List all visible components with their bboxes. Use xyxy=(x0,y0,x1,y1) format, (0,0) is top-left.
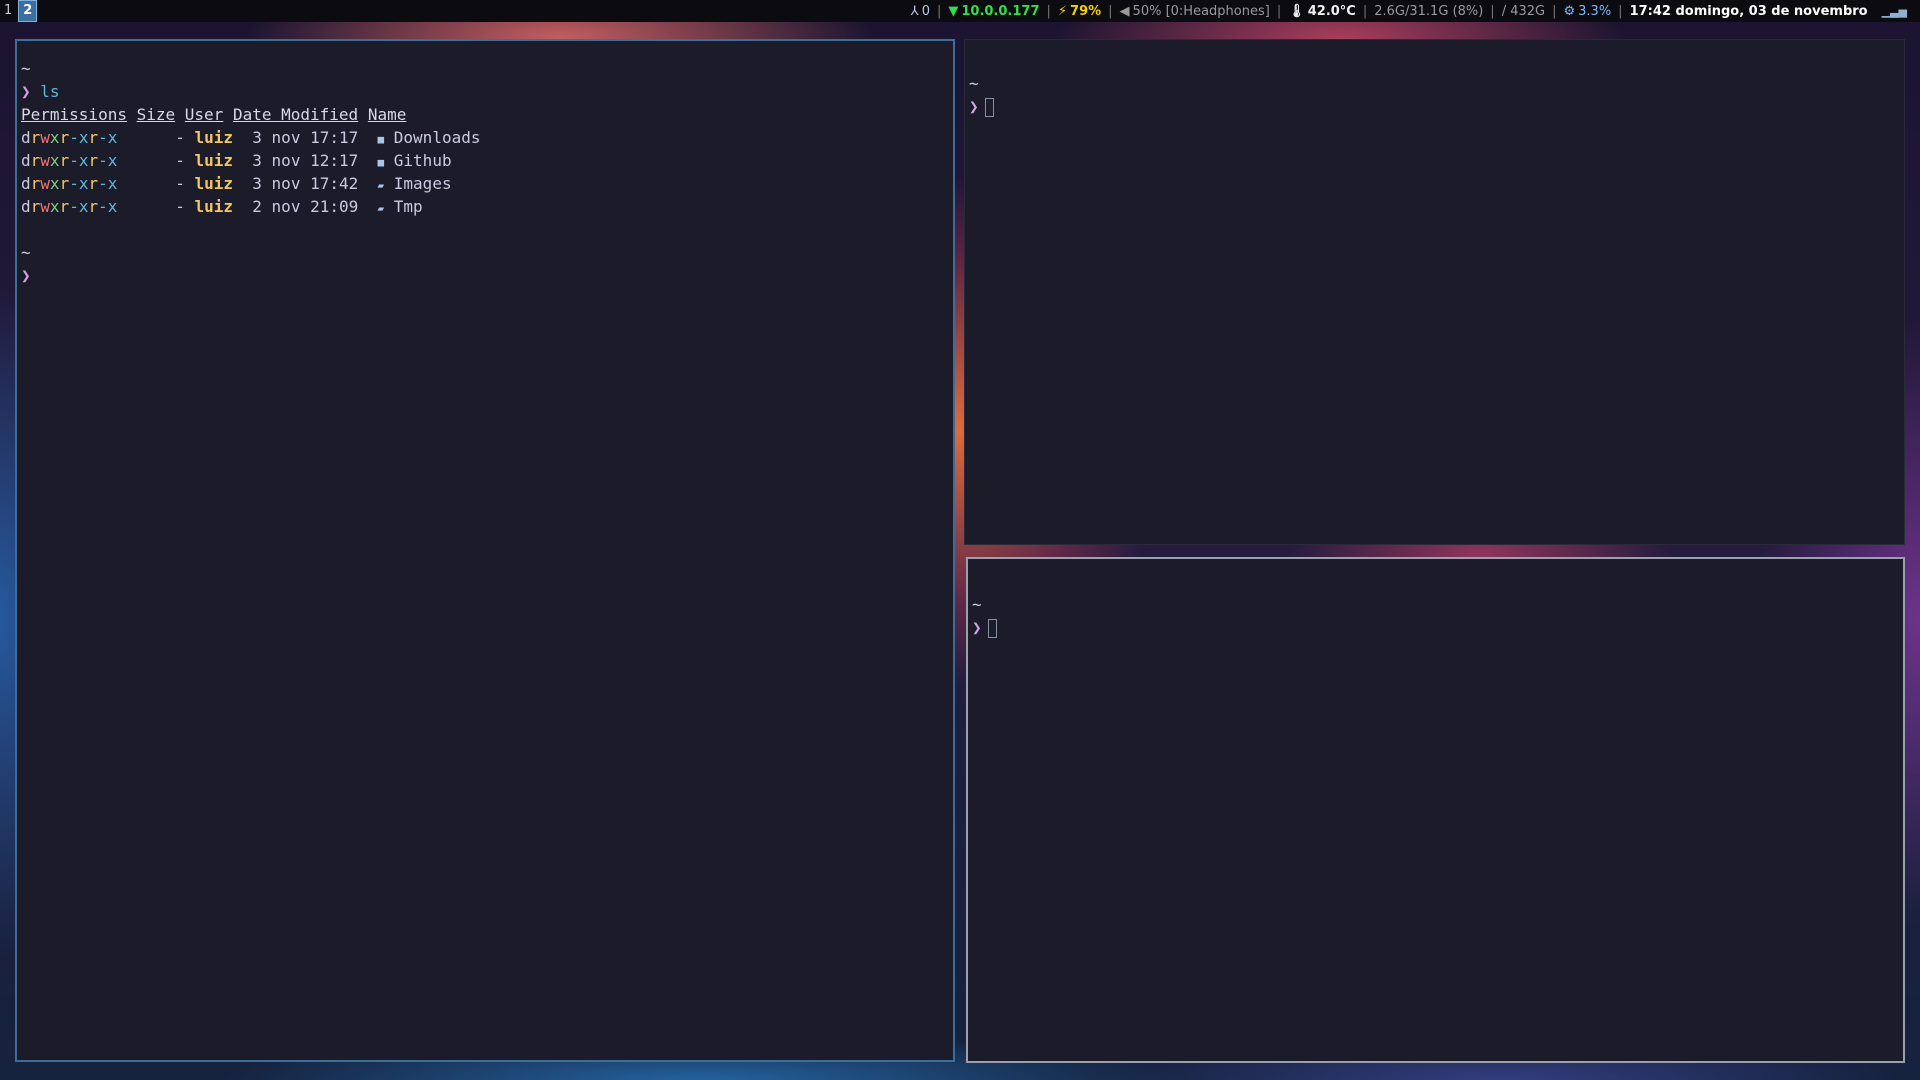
command-text: ls xyxy=(40,82,60,101)
disk-module: / 432G xyxy=(1495,4,1552,19)
battery-module: ⚡ 79% xyxy=(1051,4,1108,19)
temperature-module: 🌡 42.0°C xyxy=(1281,4,1363,19)
workspace-2[interactable]: 2 xyxy=(18,0,38,22)
date-cell: 3 nov 17:42 xyxy=(252,174,359,193)
name-cell: Tmp xyxy=(393,197,423,216)
memory-usage: 2.6G/31.1G (8%) xyxy=(1374,3,1484,19)
size-cell: - xyxy=(175,174,185,193)
signal-bars-icon: ▁▃▅ xyxy=(1881,4,1907,18)
permissions: drwxr-xr-x xyxy=(21,197,118,216)
volume-level: 50% [0:Headphones] xyxy=(1132,3,1270,19)
cwd-tilde: ~ xyxy=(972,595,982,614)
clock-module[interactable]: 17:42 domingo, 03 de novembro xyxy=(1623,4,1875,19)
name-cell: Images xyxy=(393,174,452,193)
users-module: ⅄ 0 xyxy=(904,4,937,19)
size-cell: - xyxy=(175,128,185,147)
table-row: drwxr-xr-x - luiz 3 nov 17:17 ■ Download… xyxy=(21,126,480,149)
prompt-symbol: ❯ xyxy=(969,97,979,116)
prompt-symbol: ❯ xyxy=(972,618,982,637)
terminal-right-bottom[interactable]: ~ ❯ xyxy=(966,557,1905,1063)
prompt-symbol: ❯ xyxy=(21,266,31,285)
status-modules: ⅄ 0 | ▼ 10.0.0.177 | ⚡ 79% | ◀ 50% [0:He… xyxy=(904,0,1920,22)
table-row: drwxr-xr-x - luiz 2 nov 21:09 ▰ Tmp xyxy=(21,195,480,218)
terminal-left[interactable]: ~ ❯ ls Permissions Size User Date Modifi… xyxy=(15,39,955,1062)
terminal-right-top[interactable]: ~ ❯ xyxy=(964,39,1905,545)
size-cell: - xyxy=(175,151,185,170)
permissions: drwxr-xr-x xyxy=(21,151,118,170)
size-cell: - xyxy=(175,197,185,216)
header-size: Size xyxy=(136,105,176,124)
wifi-icon: ▼ xyxy=(948,3,959,19)
disk-usage: / 432G xyxy=(1501,3,1546,19)
volume-module[interactable]: ◀ 50% [0:Headphones] xyxy=(1113,4,1277,19)
date-cell: 3 nov 12:17 xyxy=(252,151,359,170)
thermometer-icon: 🌡 xyxy=(1288,3,1305,19)
prompt-line[interactable]: ❯ xyxy=(969,95,994,118)
cpu-usage: 3.3% xyxy=(1578,3,1612,19)
header-permissions: Permissions xyxy=(21,105,127,124)
folder-open-icon: ▰ xyxy=(377,179,385,192)
cpu-icon: ⚙ xyxy=(1563,3,1576,19)
text-cursor xyxy=(987,619,997,638)
header-date-modified: Date Modified xyxy=(232,105,359,124)
header-name: Name xyxy=(367,105,407,124)
workspace-switcher: 1 2 xyxy=(0,0,38,22)
prompt-symbol: ❯ xyxy=(21,82,31,101)
memory-module: 2.6G/31.1G (8%) xyxy=(1367,4,1490,19)
table-row: drwxr-xr-x - luiz 3 nov 12:17 ■ Github xyxy=(21,149,480,172)
permissions: drwxr-xr-x xyxy=(21,174,118,193)
user-count: 0 xyxy=(921,3,930,19)
temperature-value: 42.0°C xyxy=(1307,3,1356,19)
folder-icon: ■ xyxy=(377,133,385,146)
user-cell: luiz xyxy=(194,128,234,147)
cwd-tilde: ~ xyxy=(21,243,31,262)
command-line: ❯ ls xyxy=(21,80,480,103)
permissions: drwxr-xr-x xyxy=(21,128,118,147)
text-cursor xyxy=(984,98,994,117)
header-user: User xyxy=(184,105,224,124)
top-bar: 1 2 ⅄ 0 | ▼ 10.0.0.177 | ⚡ 79% | ◀ 50% [… xyxy=(0,0,1920,22)
date-cell: 2 nov 21:09 xyxy=(252,197,359,216)
clock-text: 17:42 domingo, 03 de novembro xyxy=(1629,3,1868,19)
folder-icon: ■ xyxy=(377,156,385,169)
name-cell: Github xyxy=(393,151,452,170)
table-row: drwxr-xr-x - luiz 3 nov 17:42 ▰ Images xyxy=(21,172,480,195)
battery-level: 79% xyxy=(1070,3,1102,19)
user-cell: luiz xyxy=(194,197,234,216)
network-address: 10.0.0.177 xyxy=(961,3,1040,19)
user-cell: luiz xyxy=(194,174,234,193)
name-cell: Downloads xyxy=(393,128,481,147)
user-cell: luiz xyxy=(194,151,234,170)
battery-charging-icon: ⚡ xyxy=(1057,3,1068,19)
network-module: ▼ 10.0.0.177 xyxy=(941,4,1046,19)
workspace-1[interactable]: 1 xyxy=(0,1,16,21)
cwd-tilde: ~ xyxy=(21,59,31,78)
cpu-module: ⚙ 3.3% xyxy=(1556,4,1618,19)
speaker-icon: ◀ xyxy=(1119,3,1130,19)
prompt-line[interactable]: ❯ xyxy=(21,264,480,287)
person-icon: ⅄ xyxy=(910,3,919,19)
ls-header-row: Permissions Size User Date Modified Name xyxy=(21,103,480,126)
prompt-line[interactable]: ❯ xyxy=(972,616,997,639)
date-cell: 3 nov 17:17 xyxy=(252,128,359,147)
cwd-tilde: ~ xyxy=(969,74,979,93)
folder-open-icon: ▰ xyxy=(377,202,385,215)
